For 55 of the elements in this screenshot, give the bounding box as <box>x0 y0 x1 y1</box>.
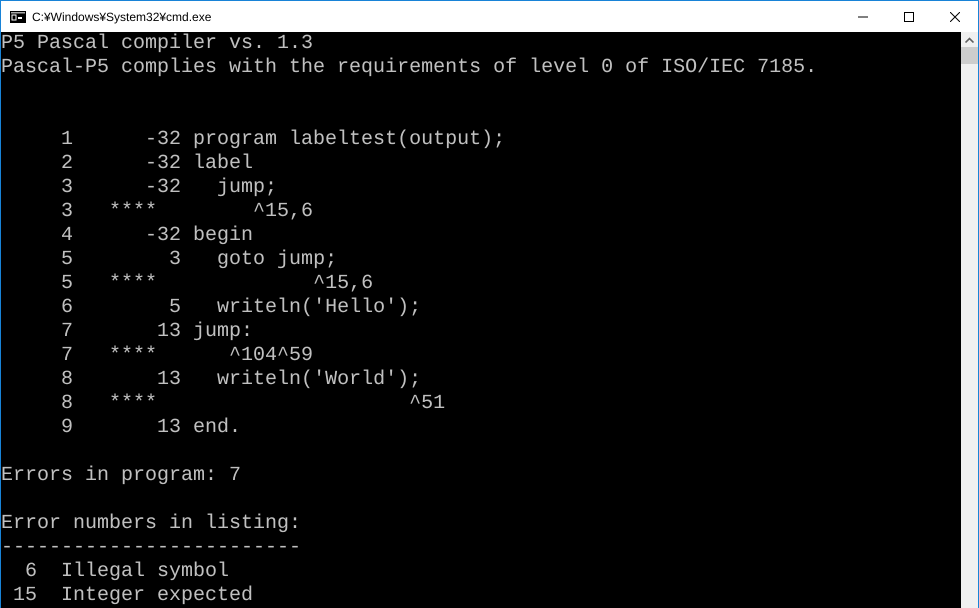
error-marker: **** <box>109 392 158 415</box>
address: -32 <box>145 128 182 151</box>
dashed-rule: ------------------------- <box>1 536 302 559</box>
source-code: jump; <box>217 176 278 199</box>
line-number: 8 <box>60 368 73 391</box>
maximize-icon <box>904 12 914 22</box>
console-line: P5 Pascal compiler vs. 1.3 <box>1 32 314 55</box>
error-caret: ^51 <box>409 392 446 415</box>
source-code: label <box>193 152 254 175</box>
source-code: end. <box>193 416 242 439</box>
window-title: C:¥Windows¥System32¥cmd.exe <box>32 8 212 26</box>
scrollbar[interactable] <box>961 32 978 608</box>
error-summary: Errors in program: 7 <box>1 464 242 487</box>
error-caret: ^104^59 <box>229 344 314 367</box>
source-code: program labeltest(output); <box>193 128 506 151</box>
close-icon <box>950 12 960 22</box>
legend-title: Error numbers in listing: <box>1 512 302 535</box>
error-message: Illegal symbol <box>61 560 230 583</box>
error-caret: ^15,6 <box>253 200 314 223</box>
console-line: Pascal-P5 complies with the requirements of level 0 of ISO/IEC 7185. <box>1 56 818 79</box>
source-code: writeln('Hello'); <box>217 296 422 319</box>
line-number: 4 <box>60 224 73 247</box>
scroll-thumb[interactable] <box>961 47 978 64</box>
line-number: 5 <box>60 248 73 271</box>
address: 13 <box>157 320 182 343</box>
error-marker: **** <box>109 200 158 223</box>
line-number: 3 <box>60 200 73 223</box>
line-number: 7 <box>60 320 73 343</box>
address: -32 <box>145 224 182 247</box>
address: -32 <box>145 176 182 199</box>
line-number: 2 <box>60 152 73 175</box>
source-code: writeln('World'); <box>217 368 422 391</box>
error-number: 6 <box>24 560 37 583</box>
address: 13 <box>157 416 182 439</box>
error-message: Integer expected <box>61 584 254 607</box>
line-number: 8 <box>60 392 73 415</box>
line-number: 5 <box>60 272 73 295</box>
scroll-up-icon[interactable] <box>965 37 974 43</box>
error-marker: **** <box>109 344 158 367</box>
line-number: 1 <box>60 128 73 151</box>
source-code: begin <box>193 224 254 247</box>
address: 13 <box>157 368 182 391</box>
error-caret: ^15,6 <box>313 272 374 295</box>
error-number: 15 <box>12 584 37 607</box>
line-number: 9 <box>60 416 73 439</box>
source-code: goto jump; <box>217 248 338 271</box>
error-marker: **** <box>109 272 158 295</box>
console-app-icon <box>10 10 26 22</box>
line-number: 6 <box>60 296 73 319</box>
address: 5 <box>169 296 182 319</box>
line-number: 3 <box>60 176 73 199</box>
line-number: 7 <box>60 344 73 367</box>
source-code: jump: <box>193 320 254 343</box>
address: -32 <box>145 152 182 175</box>
address: 3 <box>169 248 182 271</box>
